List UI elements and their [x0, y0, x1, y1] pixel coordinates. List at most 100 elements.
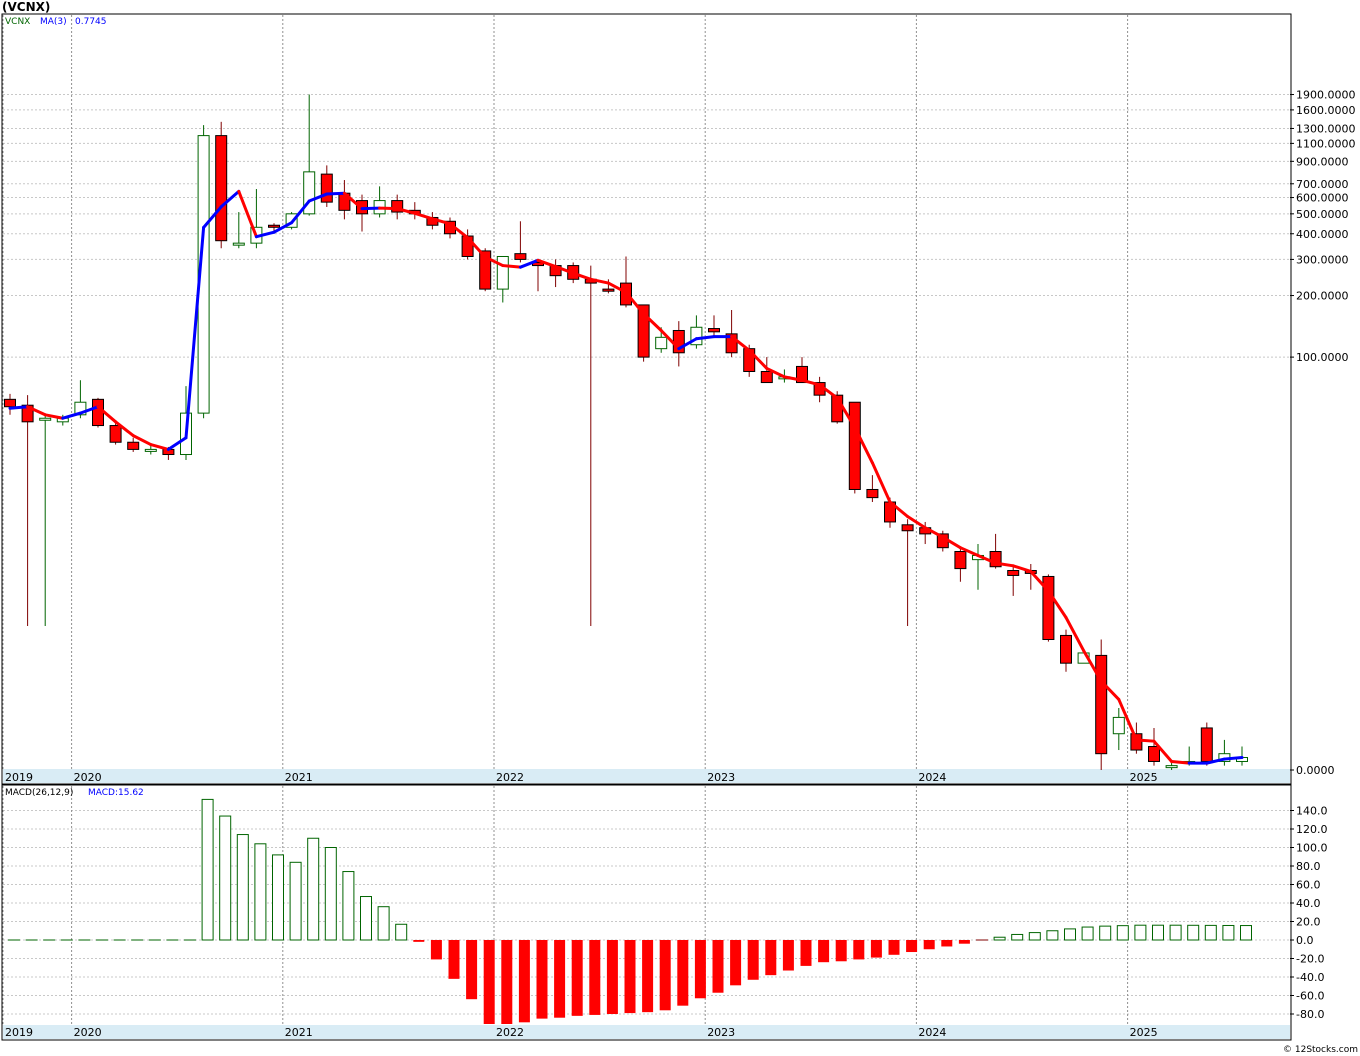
macd-bar: [518, 940, 530, 1023]
ma-segment: [325, 191, 346, 196]
macd-bar: [642, 940, 654, 1013]
candle-body: [1148, 746, 1160, 762]
macd-bar: [730, 940, 742, 986]
candle: [92, 397, 104, 428]
candle-body: [514, 253, 527, 260]
legend-ma-value: 0.7745: [75, 17, 107, 27]
macd-bar: [377, 906, 390, 941]
macd-legend-value: MACD:15.62: [88, 788, 144, 798]
macd-bar: [342, 871, 355, 941]
candle: [1095, 639, 1108, 770]
macd-tick-label: 40.0: [1296, 897, 1321, 910]
macd-bar: [853, 940, 865, 960]
year-label: 2023: [707, 771, 735, 784]
macd-tick-label: -60.0: [1296, 990, 1324, 1003]
macd-bar: [941, 940, 953, 947]
price-tick-label: 600.0000: [1296, 192, 1349, 205]
macd-year-label: 2022: [496, 1026, 524, 1039]
legend-symbol: VCNX: [5, 17, 30, 27]
price-tick-label: 400.0000: [1296, 228, 1349, 241]
macd-tick-label: 0.0: [1296, 934, 1314, 947]
candle-body: [1060, 634, 1072, 664]
macd-year-label: 2025: [1130, 1026, 1158, 1039]
macd-bar: [1028, 932, 1041, 941]
price-date-band: [3, 769, 1290, 783]
macd-tick-label: 120.0: [1296, 823, 1328, 836]
candle-body: [4, 398, 16, 408]
macd-tick-label: -80.0: [1296, 1008, 1324, 1021]
candle-body: [866, 488, 879, 499]
price-tick-label: 500.0000: [1296, 208, 1349, 221]
candle-body: [848, 401, 861, 490]
ma-segment: [1222, 755, 1244, 761]
candle-body: [901, 524, 914, 532]
macd-bar: [993, 936, 1006, 941]
candle-body: [655, 336, 668, 350]
macd-bar: [694, 940, 706, 999]
candle-body: [1007, 569, 1020, 576]
ma-segment: [378, 206, 399, 211]
macd-bar: [1116, 925, 1129, 941]
ma-segment: [360, 206, 382, 211]
macd-bar: [1081, 926, 1094, 941]
macd-tick-label: 80.0: [1296, 860, 1321, 873]
macd-bar: [888, 940, 900, 955]
ma-segment: [694, 335, 716, 341]
macd-bar: [430, 940, 442, 960]
macd-tick-label: 20.0: [1296, 916, 1321, 929]
macd-bar: [747, 940, 759, 980]
macd-bar: [800, 940, 812, 966]
macd-bar: [395, 923, 408, 941]
macd-year-label: 2023: [707, 1026, 735, 1039]
macd-bar: [501, 940, 513, 1024]
candle-body: [1095, 654, 1108, 755]
candle-body: [496, 255, 509, 290]
price-tick-label: 1300.0000: [1296, 122, 1356, 135]
macd-bar: [1134, 924, 1147, 941]
macd-year-label: 2024: [918, 1026, 946, 1039]
ma-segment: [1134, 738, 1156, 743]
candle-body: [144, 448, 157, 452]
macd-bar: [765, 940, 777, 976]
macd-bar: [201, 798, 214, 941]
year-label: 2019: [5, 771, 33, 784]
macd-bar: [483, 940, 495, 1024]
candle-body: [92, 398, 104, 427]
macd-bar: [782, 940, 794, 971]
watermark: © 12Stocks.com: [1283, 1045, 1358, 1055]
price-tick-label: 1900.0000: [1296, 89, 1356, 102]
macd-tick-label: 60.0: [1296, 879, 1321, 892]
macd-bar: [324, 847, 337, 941]
candle-body: [39, 417, 52, 421]
macd-tick-label: 100.0: [1296, 842, 1328, 855]
candle-body: [268, 224, 280, 228]
candle-body: [954, 550, 967, 570]
year-label: 2022: [496, 771, 524, 784]
candle-body: [215, 135, 228, 242]
macd-y-axis: 140.0 120.0 100.0 80.0 60.0 40.0 20.0 0.0 -20.0 -…: [1290, 805, 1328, 1021]
macd-bar: [677, 940, 689, 1006]
price-y-axis: 1900.0000 1600.0000 1300.0000 1100.0000 900.…: [1290, 89, 1356, 777]
candle-body: [760, 370, 773, 384]
macd-bar: [606, 940, 618, 1014]
price-tick-label: 1600.0000: [1296, 104, 1356, 117]
macd-bar: [413, 940, 425, 942]
macd-bar: [1152, 924, 1164, 941]
macd-legend-name: MACD(26,12,9): [5, 788, 73, 798]
macd-bar: [307, 837, 320, 941]
price-tick-label: 900.0000: [1296, 155, 1349, 168]
macd-tick-label: -20.0: [1296, 953, 1324, 966]
candle-body: [1112, 716, 1125, 735]
macd-bar: [1187, 924, 1200, 941]
macd-bar: [958, 940, 970, 944]
year-label: 2021: [285, 771, 313, 784]
macd-bar: [659, 940, 671, 1011]
price-tick-label: 1100.0000: [1296, 137, 1356, 150]
legend-ma: MA(3): [40, 17, 67, 27]
ma-segment: [1170, 759, 1191, 765]
chart-title: (VCNX): [2, 0, 50, 14]
macd-bar: [818, 940, 830, 963]
macd-bar: [624, 940, 636, 1014]
macd-bar: [835, 940, 847, 962]
macd-date-band: [3, 1025, 1290, 1039]
